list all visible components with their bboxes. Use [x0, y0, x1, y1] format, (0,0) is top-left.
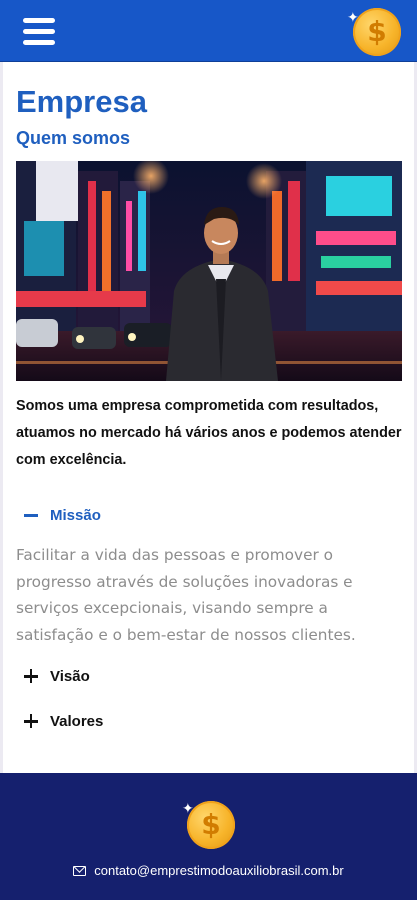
- logo-symbol: $: [201, 808, 221, 841]
- contact-email-link[interactable]: contato@emprestimodoauxiliobrasil.com.br: [0, 863, 417, 878]
- hero-image: [16, 161, 402, 381]
- sparkle-icon: ✦: [182, 800, 194, 816]
- plus-icon: [24, 668, 40, 684]
- hamburger-menu-icon[interactable]: [23, 18, 55, 46]
- accordion-missao-header[interactable]: Missão: [24, 503, 101, 527]
- accordion-label: Missão: [50, 506, 101, 524]
- accordion-visao-header[interactable]: Visão: [24, 664, 90, 688]
- top-navbar: ✦ $: [0, 0, 417, 62]
- page-title: Empresa: [16, 84, 147, 119]
- envelope-icon: [73, 865, 87, 876]
- sparkle-icon: ✦: [347, 9, 359, 25]
- logo-symbol: $: [367, 15, 387, 48]
- intro-text: Somos uma empresa comprometida com resul…: [16, 398, 402, 468]
- dollar-coin-icon: ✦ $: [182, 801, 235, 849]
- page-subtitle: Quem somos: [16, 128, 131, 148]
- accordion-missao-content: Facilitar a vida das pessoas e promover …: [16, 546, 356, 644]
- accordion-label: Visão: [50, 667, 90, 685]
- plus-icon: [24, 713, 40, 729]
- minus-icon: [24, 507, 40, 523]
- accordion-label: Valores: [50, 712, 104, 730]
- contact-email: contato@emprestimodoauxiliobrasil.com.br: [94, 863, 344, 878]
- accordion-valores-header[interactable]: Valores: [24, 709, 103, 733]
- dollar-coin-icon[interactable]: ✦ $: [347, 8, 401, 56]
- site-footer: ✦ $ contato@emprestimodoauxiliobrasil.co…: [0, 773, 417, 900]
